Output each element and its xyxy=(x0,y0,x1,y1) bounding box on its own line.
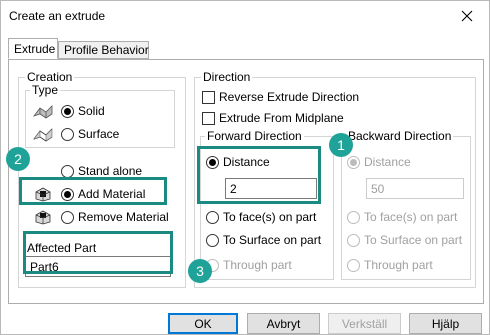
backward-distance-label: Distance xyxy=(364,155,411,169)
solid-extrude-icon xyxy=(31,102,55,120)
window-title: Create an extrude xyxy=(9,9,106,23)
radio-dot xyxy=(61,164,74,178)
remove-material-label: Remove Material xyxy=(78,210,169,224)
backward-through-part-radio[interactable]: Through part xyxy=(347,258,433,272)
extrude-tab-panel: Creation Type Solid Surface Stand alone … xyxy=(8,59,484,304)
radio-dot xyxy=(206,233,219,247)
stand-alone-radio[interactable]: Stand alone xyxy=(61,164,142,178)
forward-to-surface-label: To Surface on part xyxy=(223,233,322,247)
type-surface-radio[interactable]: Surface xyxy=(61,127,119,141)
annotation-badge-3: 3 xyxy=(188,259,212,283)
affected-part-field[interactable]: Part6 xyxy=(25,256,171,277)
backward-to-face-radio[interactable]: To face(s) on part xyxy=(347,210,457,224)
reverse-direction-label: Reverse Extrude Direction xyxy=(219,90,360,104)
backward-through-part-label: Through part xyxy=(364,258,433,272)
surface-extrude-icon xyxy=(31,125,55,143)
radio-dot xyxy=(206,210,219,224)
annotation-badge-2: 2 xyxy=(6,147,30,171)
close-button[interactable] xyxy=(445,1,489,31)
backward-to-surface-label: To Surface on part xyxy=(364,233,463,247)
backward-distance-field[interactable]: 50 xyxy=(366,178,464,199)
forward-through-part-radio[interactable]: Through part xyxy=(206,258,292,272)
type-solid-radio[interactable]: Solid xyxy=(61,104,105,118)
stand-alone-label: Stand alone xyxy=(78,164,143,178)
annotation-badge-1: 1 xyxy=(329,133,353,157)
radio-dot xyxy=(61,127,74,141)
add-material-icon xyxy=(31,185,55,203)
backward-direction-label: Backward Direction xyxy=(346,129,454,143)
remove-material-icon xyxy=(31,208,55,226)
forward-to-face-label: To face(s) on part xyxy=(223,210,317,224)
cancel-button[interactable]: Avbryt xyxy=(247,313,320,334)
midplane-label: Extrude From Midplane xyxy=(219,111,344,125)
create-extrude-dialog: Create an extrude Extrude Profile Behavi… xyxy=(0,0,490,335)
type-group-label: Type xyxy=(30,83,61,97)
direction-group-label: Direction xyxy=(201,70,253,84)
radio-dot xyxy=(347,258,360,272)
add-material-radio[interactable]: Add Material xyxy=(61,187,145,201)
radio-dot xyxy=(61,187,74,201)
tab-extrude[interactable]: Extrude xyxy=(8,38,58,59)
backward-to-face-label: To face(s) on part xyxy=(364,210,458,224)
close-icon xyxy=(461,10,473,22)
affected-part-group: Affected Part Part6 xyxy=(25,241,175,282)
reverse-direction-checkbox[interactable]: Reverse Extrude Direction xyxy=(202,90,359,104)
direction-group: Direction Reverse Extrude Direction Extr… xyxy=(194,70,476,288)
tab-profile-behavior[interactable]: Profile Behavior xyxy=(58,41,149,59)
backward-distance-radio[interactable]: Distance xyxy=(347,155,411,169)
forward-distance-radio[interactable]: Distance xyxy=(206,155,270,169)
backward-to-surface-radio[interactable]: To Surface on part xyxy=(347,233,462,247)
creation-group-label: Creation xyxy=(25,70,75,84)
radio-dot xyxy=(61,210,74,224)
affected-part-label: Affected Part xyxy=(27,241,97,255)
midplane-checkbox[interactable]: Extrude From Midplane xyxy=(202,111,344,125)
title-bar: Create an extrude xyxy=(1,1,489,31)
radio-dot xyxy=(347,155,360,169)
apply-button[interactable]: Verkställ xyxy=(328,313,401,334)
forward-direction-group: Forward Direction Distance 2 To face(s) … xyxy=(200,129,334,280)
forward-distance-label: Distance xyxy=(223,155,270,169)
radio-dot xyxy=(206,155,219,169)
forward-through-part-label: Through part xyxy=(223,258,292,272)
forward-to-surface-radio[interactable]: To Surface on part xyxy=(206,233,321,247)
ok-button[interactable]: OK xyxy=(168,313,238,334)
type-surface-label: Surface xyxy=(78,127,120,141)
checkbox-box xyxy=(202,90,215,104)
add-material-label: Add Material xyxy=(78,187,146,201)
type-solid-label: Solid xyxy=(78,104,105,118)
radio-dot xyxy=(61,104,74,118)
creation-group: Creation Type Solid Surface Stand alone … xyxy=(18,70,186,288)
forward-to-face-radio[interactable]: To face(s) on part xyxy=(206,210,316,224)
remove-material-radio[interactable]: Remove Material xyxy=(61,210,169,224)
backward-direction-group: Backward Direction Distance 50 To face(s… xyxy=(341,129,471,280)
radio-dot xyxy=(347,233,360,247)
help-button[interactable]: Hjälp xyxy=(409,313,482,334)
radio-dot xyxy=(347,210,360,224)
forward-direction-label: Forward Direction xyxy=(205,129,304,143)
checkbox-box xyxy=(202,111,215,125)
forward-distance-field[interactable]: 2 xyxy=(225,178,317,199)
